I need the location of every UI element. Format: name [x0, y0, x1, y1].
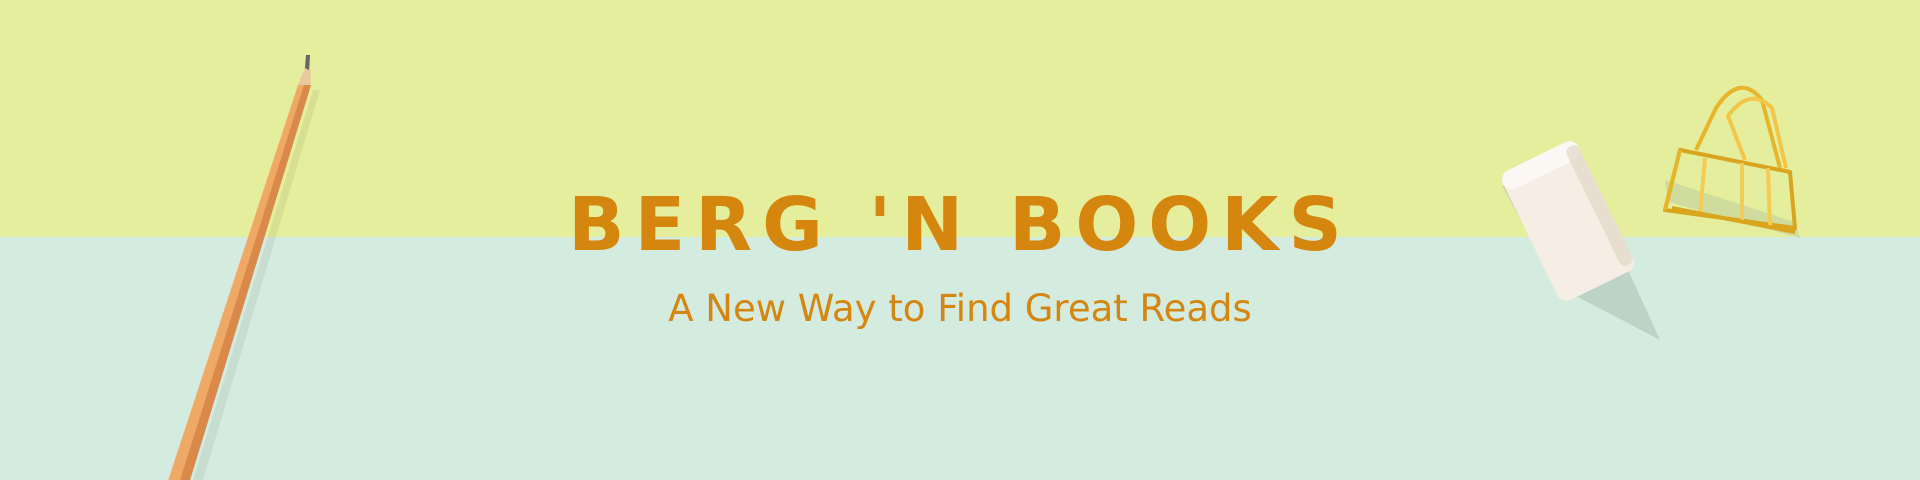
brand-title: BERG 'N BOOKS [568, 182, 1352, 268]
hero-banner: BERG 'N BOOKS A New Way to Find Great Re… [0, 0, 1920, 480]
brand-tagline: A New Way to Find Great Reads [668, 287, 1252, 330]
pencil-icon [168, 55, 320, 480]
